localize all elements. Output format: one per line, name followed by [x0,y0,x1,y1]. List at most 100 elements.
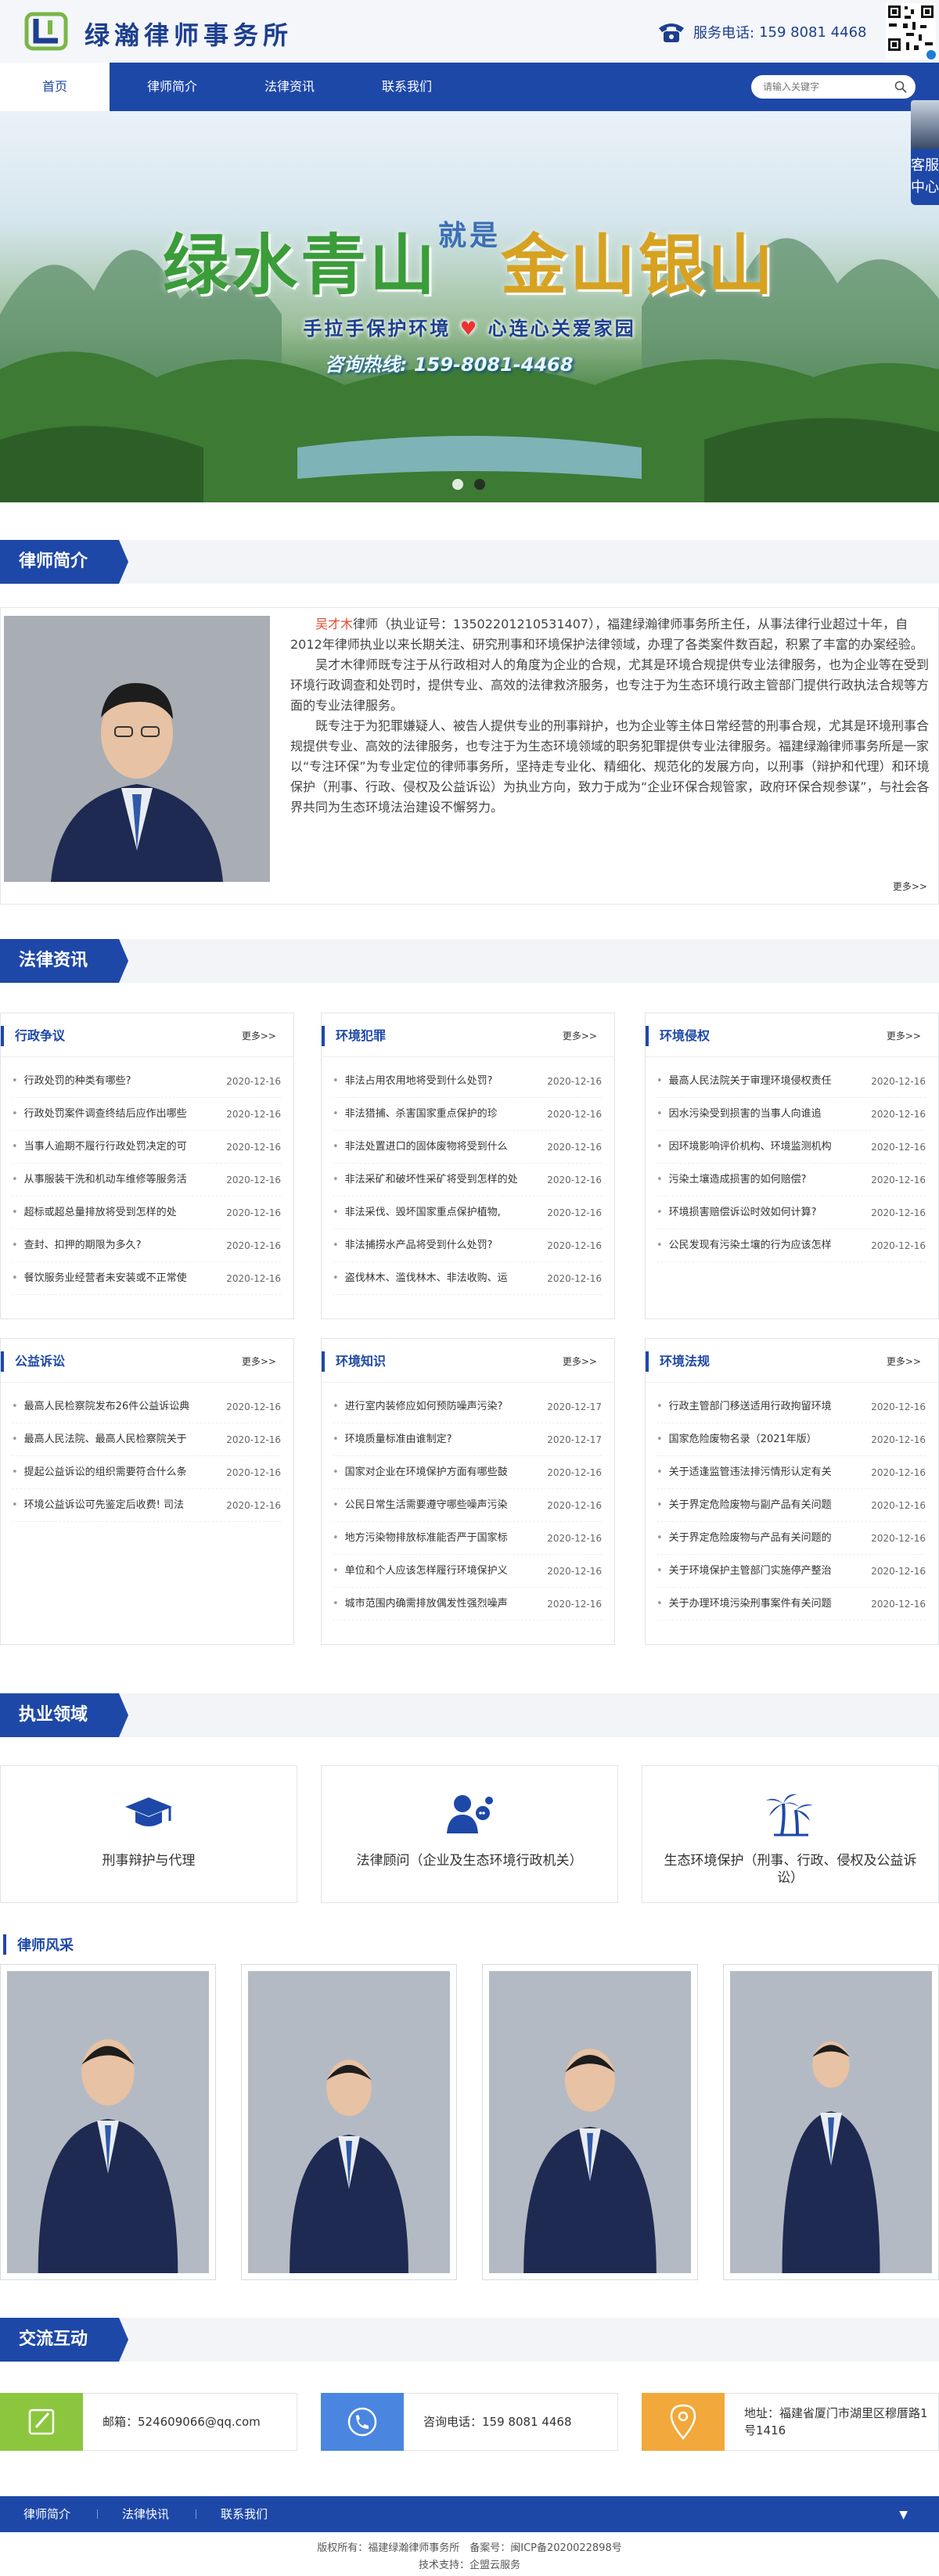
news-item[interactable]: 从事服装干洗和机动车维修等服务活 2020-12-16 [12,1164,281,1196]
news-item[interactable]: 公民发现有污染土壤的行为应该怎样 2020-12-16 [657,1229,926,1262]
news-item-title[interactable]: 餐饮服务业经营者未安装或不正常使 [12,1262,196,1294]
news-item[interactable]: 最高人民法院、最高人民检察院关于 2020-12-16 [12,1423,281,1456]
news-item[interactable]: 因水污染受到损害的当事人向谁追 2020-12-16 [657,1098,926,1131]
news-item[interactable]: 单位和个人应该怎样履行环境保护义 2020-12-16 [333,1555,602,1588]
customer-service-widget[interactable]: 客服中心 [911,100,939,205]
intro-more-link[interactable]: 更多>> [893,880,927,893]
news-item-title[interactable]: 公民日常生活需要遵守哪些噪声污染 [333,1489,517,1521]
gallery-photo[interactable] [723,1964,939,2280]
news-item-title[interactable]: 污染土壤造成损害的如何赔偿? [657,1164,841,1196]
news-category-title[interactable]: 环境侵权 [646,1026,710,1046]
news-item-title[interactable]: 关于适逢监管违法排污情形认定有关 [657,1456,841,1488]
news-item-title[interactable]: 超标或超总量排放将受到怎样的处 [12,1196,196,1229]
news-item-title[interactable]: 因水污染受到损害的当事人向谁追 [657,1098,841,1130]
news-item-title[interactable]: 环境公益诉讼可先鉴定后收费! 司法 [12,1489,196,1521]
news-item[interactable]: 提起公益诉讼的组织需要符合什么条 2020-12-16 [12,1456,281,1489]
gallery-photo[interactable] [241,1964,457,2280]
news-more-link[interactable]: 更多>> [242,1355,276,1368]
news-item[interactable]: 关于界定危险废物与副产品有关问题 2020-12-16 [657,1489,926,1522]
news-more-link[interactable]: 更多>> [887,1355,921,1368]
news-more-link[interactable]: 更多>> [563,1355,597,1368]
site-name[interactable]: 绿瀚律师事务所 [85,16,293,52]
nav-home[interactable]: 首页 [0,63,110,111]
news-item-title[interactable]: 环境损害赔偿诉讼时效如何计算? [657,1196,841,1229]
news-item-title[interactable]: 行政主管部门移送适用行政拘留环境 [657,1391,841,1423]
news-item-title[interactable]: 行政处罚案件调查终结后应作出哪些 [12,1098,196,1130]
news-item-title[interactable]: 盗伐林木、滥伐林木、非法收购、运 [333,1262,517,1294]
news-item-title[interactable]: 因环境影响评价机构、环境监测机构 [657,1131,841,1163]
news-item-title[interactable]: 国家对企业在环境保护方面有哪些鼓 [333,1456,517,1488]
news-item[interactable]: 非法采伐、毁坏国家重点保护植物, 2020-12-16 [333,1196,602,1229]
gallery-photo[interactable] [482,1964,698,2280]
customer-service-label[interactable]: 客服中心 [911,149,939,205]
news-item-title[interactable]: 非法采矿和破坏性采矿将受到怎样的处 [333,1164,517,1196]
news-more-link[interactable]: 更多>> [887,1029,921,1042]
chevron-down-icon[interactable]: ▼ [899,2509,908,2521]
news-item[interactable]: 国家危险废物名录（2021年版） 2020-12-16 [657,1423,926,1456]
carousel-dot-active[interactable] [474,479,485,490]
news-item[interactable]: 环境损害赔偿诉讼时效如何计算? 2020-12-16 [657,1196,926,1229]
contact-email[interactable]: 邮箱：524609066@qq.com [0,2393,297,2451]
footer-link-news[interactable]: 法律快讯 [122,2496,169,2532]
news-item[interactable]: 非法占用农用地将受到什么处罚? 2020-12-16 [333,1065,602,1098]
news-item-title[interactable]: 地方污染物排放标准能否严于国家标 [333,1522,517,1554]
news-item-title[interactable]: 最高人民检察院发布26件公益诉讼典 [12,1391,196,1423]
news-category-title[interactable]: 环境犯罪 [322,1026,386,1046]
news-item[interactable]: 查封、扣押的期限为多久? 2020-12-16 [12,1229,281,1262]
nav-legal-news[interactable]: 法律资讯 [235,63,344,111]
contact-address[interactable]: 地址：福建省厦门市湖里区穆厝路1号1416 [642,2393,939,2451]
news-item-title[interactable]: 非法采伐、毁坏国家重点保护植物, [333,1196,517,1229]
news-item-title[interactable]: 关于界定危险废物与副产品有关问题 [657,1489,841,1521]
news-more-link[interactable]: 更多>> [563,1029,597,1042]
news-item[interactable]: 当事人逾期不履行行政处罚决定的可 2020-12-16 [12,1131,281,1164]
news-item[interactable]: 最高人民法院关于审理环境侵权责任 2020-12-16 [657,1065,926,1098]
news-item[interactable]: 因环境影响评价机构、环境监测机构 2020-12-16 [657,1131,926,1164]
news-item-title[interactable]: 最高人民法院、最高人民检察院关于 [12,1423,196,1455]
news-item[interactable]: 超标或超总量排放将受到怎样的处 2020-12-16 [12,1196,281,1229]
news-item[interactable]: 行政处罚案件调查终结后应作出哪些 2020-12-16 [12,1098,281,1131]
news-item-title[interactable]: 非法处置进口的固体废物将受到什么 [333,1131,517,1163]
news-item[interactable]: 最高人民检察院发布26件公益诉讼典 2020-12-16 [12,1391,281,1423]
gallery-photo[interactable] [0,1964,216,2280]
news-category-title[interactable]: 公益诉讼 [1,1351,65,1372]
news-item[interactable]: 非法猎捕、杀害国家重点保护的珍 2020-12-16 [333,1098,602,1131]
news-item-title[interactable]: 进行室内装修应如何预防噪声污染? [333,1391,517,1423]
news-item-title[interactable]: 从事服装干洗和机动车维修等服务活 [12,1164,196,1196]
news-item-title[interactable]: 单位和个人应该怎样履行环境保护义 [333,1555,517,1587]
news-category-title[interactable]: 环境法规 [646,1351,710,1372]
news-item[interactable]: 非法处置进口的固体废物将受到什么 2020-12-16 [333,1131,602,1164]
news-item-title[interactable]: 最高人民法院关于审理环境侵权责任 [657,1065,841,1097]
news-item[interactable]: 国家对企业在环境保护方面有哪些鼓 2020-12-16 [333,1456,602,1489]
news-item[interactable]: 关于环境保护主管部门实施停产整治 2020-12-16 [657,1555,926,1588]
news-item-title[interactable]: 关于办理环境污染刑事案件有关问题 [657,1588,841,1620]
news-item-title[interactable]: 城市范围内确需排放偶发性强烈噪声 [333,1588,517,1620]
news-item-title[interactable]: 当事人逾期不履行行政处罚决定的可 [12,1131,196,1163]
news-item[interactable]: 行政主管部门移送适用行政拘留环境 2020-12-16 [657,1391,926,1423]
news-item-title[interactable]: 非法捕捞水产品将受到什么处罚? [333,1229,517,1261]
practice-criminal[interactable]: 刑事辩护与代理 [0,1765,297,1903]
news-item-title[interactable]: 非法占用农用地将受到什么处罚? [333,1065,517,1097]
carousel-dot[interactable] [452,479,463,490]
news-item[interactable]: 环境公益诉讼可先鉴定后收费! 司法 2020-12-16 [12,1489,281,1522]
news-item-title[interactable]: 非法猎捕、杀害国家重点保护的珍 [333,1098,517,1130]
logo-icon[interactable] [23,9,69,53]
practice-environment[interactable]: 生态环境保护（刑事、行政、侵权及公益诉讼） [642,1765,939,1903]
news-item-title[interactable]: 关于环境保护主管部门实施停产整治 [657,1555,841,1587]
news-more-link[interactable]: 更多>> [242,1029,276,1042]
news-item[interactable]: 行政处罚的种类有哪些? 2020-12-16 [12,1065,281,1098]
news-item[interactable]: 进行室内装修应如何预防噪声污染? 2020-12-17 [333,1391,602,1423]
nav-contact[interactable]: 联系我们 [352,63,462,111]
news-item[interactable]: 非法捕捞水产品将受到什么处罚? 2020-12-16 [333,1229,602,1262]
news-item[interactable]: 盗伐林木、滥伐林木、非法收购、运 2020-12-16 [333,1262,602,1295]
news-item[interactable]: 关于办理环境污染刑事案件有关问题 2020-12-16 [657,1588,926,1621]
practice-consultant[interactable]: 法律顾问（企业及生态环境行政机关） [321,1765,618,1903]
news-item-title[interactable]: 国家危险废物名录（2021年版） [657,1423,841,1455]
news-item[interactable]: 公民日常生活需要遵守哪些噪声污染 2020-12-16 [333,1489,602,1522]
news-item[interactable]: 餐饮服务业经营者未安装或不正常使 2020-12-16 [12,1262,281,1295]
news-item-title[interactable]: 查封、扣押的期限为多久? [12,1229,196,1261]
contact-phone[interactable]: 咨询电话：159 8081 4468 [321,2393,618,2451]
news-item-title[interactable]: 环境质量标准由谁制定? [333,1423,517,1455]
search-icon[interactable] [894,81,907,93]
news-category-title[interactable]: 环境知识 [322,1351,386,1372]
news-category-title[interactable]: 行政争议 [1,1026,65,1046]
